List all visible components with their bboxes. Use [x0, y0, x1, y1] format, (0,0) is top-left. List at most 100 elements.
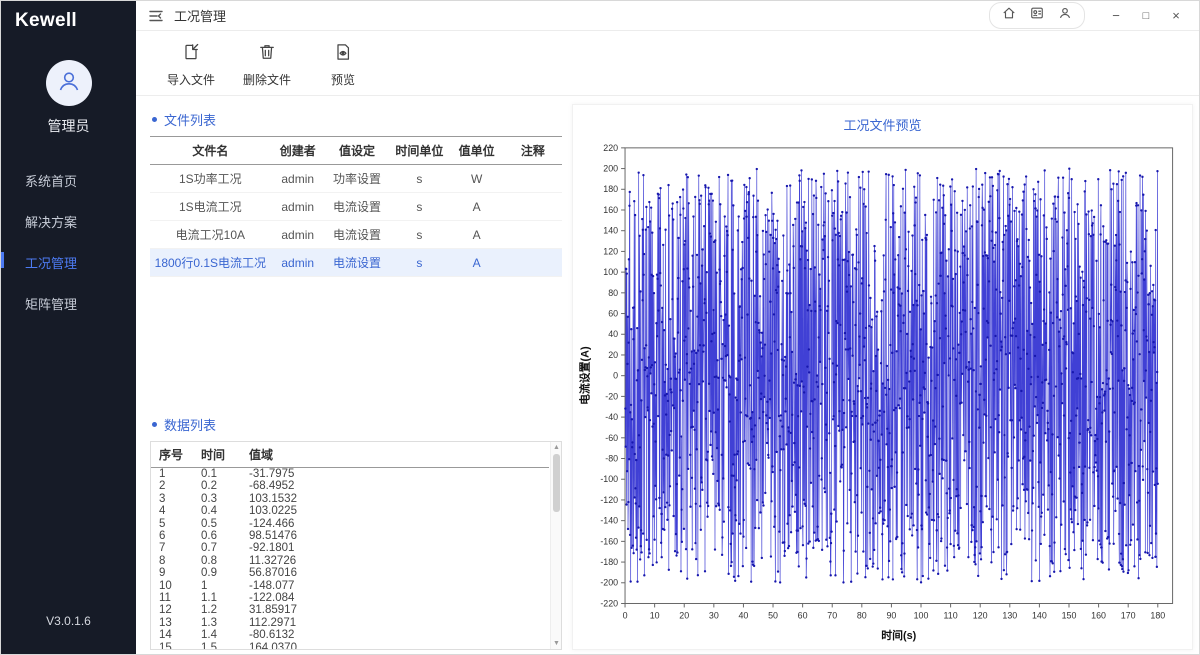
- sidebar-item-matrix[interactable]: 矩阵管理: [1, 283, 136, 324]
- scrollbar-thumb[interactable]: [553, 454, 560, 512]
- svg-text:-40: -40: [605, 412, 618, 422]
- file-table-row[interactable]: 1S电流工况admin电流设置sA: [150, 193, 562, 221]
- home-icon[interactable]: [1002, 6, 1016, 25]
- scroll-down-icon[interactable]: ▼: [551, 638, 562, 649]
- col-value: 值域: [241, 442, 549, 468]
- maximize-button[interactable]: □: [1133, 5, 1159, 27]
- data-table-row: 131.3112.2971: [151, 617, 549, 629]
- file-table-header: 文件名 创建者 值设定 时间单位 值单位 注释: [150, 137, 562, 165]
- data-list-title: 数据列表: [152, 415, 562, 434]
- page-title: 工况管理: [174, 6, 226, 25]
- close-button[interactable]: ×: [1163, 5, 1189, 27]
- file-list-title: 文件列表: [152, 110, 562, 129]
- user-role: 管理员: [48, 116, 90, 136]
- svg-text:0: 0: [613, 371, 618, 381]
- svg-text:电流设置(A): 电流设置(A): [577, 346, 591, 405]
- svg-text:180: 180: [1150, 610, 1165, 620]
- svg-text:90: 90: [886, 610, 896, 620]
- data-table-row: 70.7-92.1801: [151, 542, 549, 554]
- svg-text:140: 140: [1031, 610, 1046, 620]
- import-file-button[interactable]: 导入文件: [166, 42, 216, 88]
- data-table-row: 80.811.32726: [151, 555, 549, 567]
- data-table-row: 10.1-31.7975: [151, 468, 549, 481]
- file-table-row[interactable]: 1S功率工况admin功率设置sW: [150, 165, 562, 193]
- file-table: 文件名 创建者 值设定 时间单位 值单位 注释 1S功率工况admin功率设置s…: [150, 136, 562, 277]
- svg-text:10: 10: [649, 610, 659, 620]
- svg-text:100: 100: [603, 267, 618, 277]
- bullet-icon: [152, 117, 157, 122]
- svg-text:60: 60: [608, 309, 618, 319]
- delete-file-button[interactable]: 删除文件: [242, 42, 292, 88]
- tool-label: 删除文件: [243, 71, 291, 88]
- preview-icon: [333, 42, 353, 65]
- svg-text:150: 150: [1061, 610, 1076, 620]
- data-table-row: 50.5-124.466: [151, 518, 549, 530]
- person-icon[interactable]: [1058, 6, 1072, 25]
- data-table-row: 40.4103.0225: [151, 505, 549, 517]
- file-table-body: 1S功率工况admin功率设置sW1S电流工况admin电流设置sA电流工况10…: [150, 165, 562, 277]
- col-time-unit: 时间单位: [389, 137, 449, 165]
- sidebar-collapse-icon[interactable]: [148, 9, 164, 23]
- col-index: 序号: [151, 442, 193, 468]
- svg-text:时间(s): 时间(s): [881, 628, 916, 642]
- svg-text:-220: -220: [600, 598, 618, 608]
- svg-text:50: 50: [768, 610, 778, 620]
- minimize-button[interactable]: −: [1103, 5, 1129, 27]
- tool-label: 导入文件: [167, 71, 215, 88]
- preview-button[interactable]: 预览: [318, 42, 368, 88]
- svg-text:160: 160: [1091, 610, 1106, 620]
- app-version: V3.0.1.6: [1, 614, 136, 654]
- svg-text:220: 220: [603, 143, 618, 153]
- svg-text:-160: -160: [600, 536, 618, 546]
- svg-text:-180: -180: [600, 557, 618, 567]
- scrollbar[interactable]: ▲ ▼: [550, 442, 561, 649]
- bullet-icon: [152, 422, 157, 427]
- svg-text:130: 130: [1002, 610, 1017, 620]
- svg-text:20: 20: [679, 610, 689, 620]
- svg-text:-20: -20: [605, 391, 618, 401]
- sidebar-item-solutions[interactable]: 解决方案: [1, 201, 136, 242]
- svg-text:-100: -100: [600, 474, 618, 484]
- col-filename: 文件名: [150, 137, 271, 165]
- svg-text:140: 140: [603, 226, 618, 236]
- main-area: 工况管理: [136, 1, 1199, 654]
- topbar-right: − □ ×: [989, 2, 1189, 29]
- data-table-row: 121.231.85917: [151, 604, 549, 616]
- svg-text:110: 110: [943, 610, 957, 620]
- sidebar-item-home[interactable]: 系统首页: [1, 160, 136, 201]
- data-table-row: 111.1-122.084: [151, 592, 549, 604]
- chart-title: 工况文件预览: [843, 115, 921, 134]
- col-time: 时间: [193, 442, 241, 468]
- svg-text:-200: -200: [600, 578, 618, 588]
- data-table-header: 序号 时间 值域: [151, 442, 549, 468]
- data-table-row: 30.3103.1532: [151, 493, 549, 505]
- topbar: 工况管理: [136, 1, 1199, 31]
- user-icon: [55, 67, 83, 100]
- toolbar: 导入文件 删除文件 预: [136, 31, 1199, 96]
- brand-logo: Kewell: [1, 1, 136, 34]
- svg-text:-120: -120: [600, 495, 618, 505]
- svg-text:180: 180: [603, 184, 618, 194]
- svg-text:200: 200: [603, 164, 618, 174]
- topbar-icon-group: [989, 2, 1085, 29]
- sidebar-item-working-condition[interactable]: 工况管理: [1, 242, 136, 283]
- svg-text:120: 120: [972, 610, 987, 620]
- avatar[interactable]: [46, 60, 92, 106]
- data-list-section: 数据列表 序号 时间 值域: [150, 409, 562, 650]
- id-badge-icon[interactable]: [1030, 6, 1044, 25]
- svg-text:20: 20: [608, 350, 618, 360]
- app-window: Kewell 管理员 系统首页 解决方案 工况管理 矩阵管理 V3.0.1.6: [0, 0, 1200, 655]
- import-file-icon: [181, 42, 201, 65]
- file-table-row[interactable]: 1800行0.1S电流工况admin电流设置sA: [150, 249, 562, 277]
- sidebar: Kewell 管理员 系统首页 解决方案 工况管理 矩阵管理 V3.0.1.6: [1, 1, 136, 654]
- svg-text:80: 80: [608, 288, 618, 298]
- svg-text:0: 0: [622, 610, 627, 620]
- col-creator: 创建者: [271, 137, 325, 165]
- svg-text:60: 60: [797, 610, 807, 620]
- svg-text:120: 120: [603, 246, 618, 256]
- col-value-unit: 值单位: [450, 137, 504, 165]
- data-table-row: 141.4-80.6132: [151, 629, 549, 641]
- file-table-row[interactable]: 电流工况10Aadmin电流设置sA: [150, 221, 562, 249]
- preview-chart: -220-200-180-160-140-120-100-80-60-40-20…: [574, 136, 1192, 645]
- scroll-up-icon[interactable]: ▲: [551, 442, 562, 453]
